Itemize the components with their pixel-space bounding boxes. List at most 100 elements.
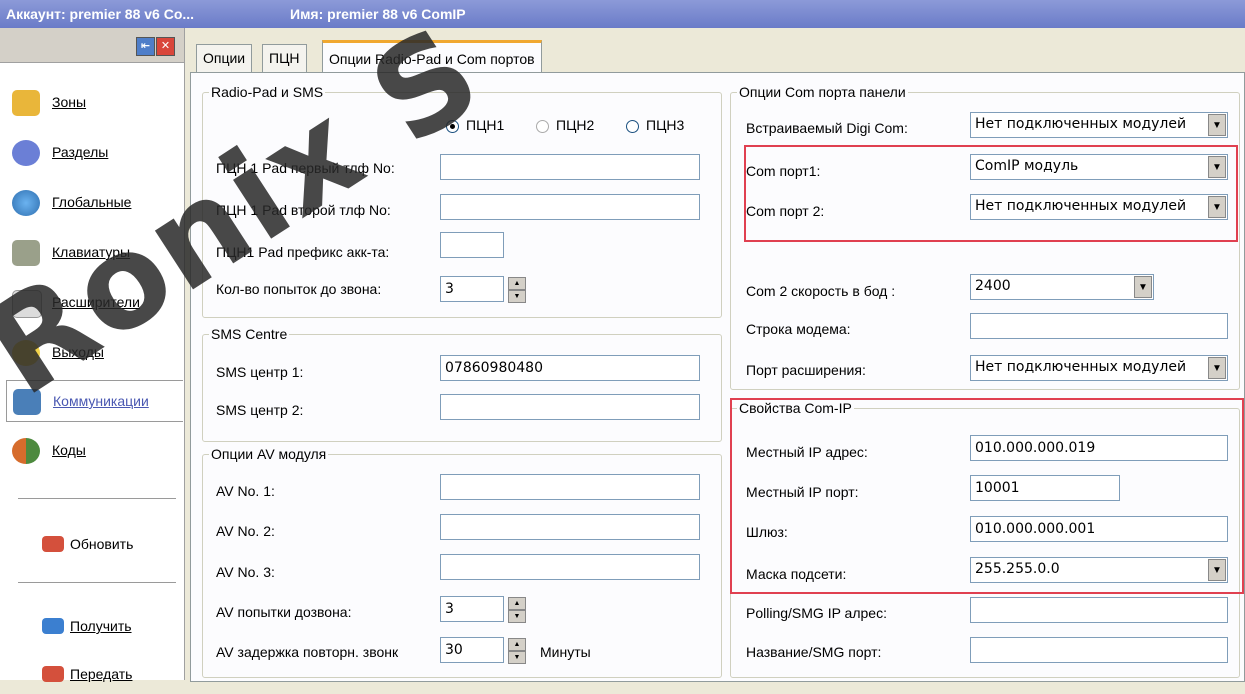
field-label: AV задержка повторн. звонк bbox=[216, 644, 399, 660]
radio-label: ПЦН3 bbox=[646, 117, 685, 133]
sms-centre1-input[interactable]: 07860980480 bbox=[440, 355, 700, 381]
field-label: Polling/SMG IP алрес: bbox=[746, 605, 887, 621]
field-label: Местный IP порт: bbox=[746, 484, 859, 500]
radio-label: ПЦН1 bbox=[466, 117, 505, 133]
select-value: Нет подключенных модулей bbox=[975, 116, 1187, 132]
receive-label: Получить bbox=[70, 618, 132, 634]
field-label: Название/SMG порт: bbox=[746, 644, 882, 660]
sidebar-item-label: Выходы bbox=[52, 344, 104, 360]
field-label: Маска подсети: bbox=[746, 566, 847, 582]
keypad-icon bbox=[12, 240, 40, 266]
sidebar-item-codes[interactable]: Коды bbox=[0, 430, 184, 470]
receive-icon bbox=[42, 618, 64, 634]
tab-pcn[interactable]: ПЦН bbox=[262, 44, 307, 72]
select-value: 255.255.0.0 bbox=[975, 561, 1060, 577]
sidebar-divider bbox=[18, 582, 176, 583]
av-delay-input[interactable]: 30 bbox=[440, 637, 504, 663]
expander-icon bbox=[12, 290, 42, 318]
field-label: SMS центр 2: bbox=[216, 402, 304, 418]
sidebar-item-label: Коды bbox=[52, 442, 86, 458]
sidebar-item-zones[interactable]: Зоны bbox=[0, 82, 184, 122]
receive-button[interactable]: Получить bbox=[0, 606, 184, 646]
select-value: 2400 bbox=[975, 278, 1011, 294]
field-label: ПЦН 1 Pad первый тлф No: bbox=[216, 160, 395, 176]
refresh-icon bbox=[42, 536, 64, 552]
sms-group: SMS Centre bbox=[202, 326, 722, 442]
field-label: Com 2 скорость в бод : bbox=[746, 283, 896, 299]
sidebar-item-label: Зоны bbox=[52, 94, 87, 110]
sidebar-item-keypads[interactable]: Клавиатуры bbox=[0, 232, 184, 272]
subnet-mask-select[interactable]: 255.255.0.0 ▼ bbox=[970, 557, 1228, 583]
polling-ip-input[interactable] bbox=[970, 597, 1228, 623]
sidebar-item-outputs[interactable]: Выходы bbox=[0, 332, 184, 372]
sidebar-item-label: Разделы bbox=[52, 144, 109, 160]
av3-input[interactable] bbox=[440, 554, 700, 580]
chevron-down-icon[interactable]: ▼ bbox=[1208, 357, 1226, 379]
gateway-input[interactable]: 010.000.000.001 bbox=[970, 516, 1228, 542]
field-label: Встраиваемый Digi Com: bbox=[746, 120, 908, 136]
sidebar-item-label: Расширители bbox=[52, 294, 140, 310]
pcn1-phone1-input[interactable] bbox=[440, 154, 700, 180]
sidebar-toolbar: ⇤ ✕ bbox=[0, 28, 184, 63]
attempts-input[interactable]: 3 bbox=[440, 276, 504, 302]
av2-input[interactable] bbox=[440, 514, 700, 540]
expansion-port-select[interactable]: Нет подключенных модулей ▼ bbox=[970, 355, 1228, 381]
av-attempts-input[interactable]: 3 bbox=[440, 596, 504, 622]
chevron-down-icon[interactable]: ▼ bbox=[1208, 559, 1226, 581]
field-label: AV попытки дозвона: bbox=[216, 604, 352, 620]
tab-options[interactable]: Опции bbox=[196, 44, 253, 72]
local-ip-input[interactable]: 010.000.000.019 bbox=[970, 435, 1228, 461]
sms-centre2-input[interactable] bbox=[440, 394, 700, 420]
group-legend: SMS Centre bbox=[209, 326, 290, 342]
radio-pcn1[interactable] bbox=[446, 120, 459, 133]
field-label: Местный IP адрес: bbox=[746, 444, 868, 460]
av1-input[interactable] bbox=[440, 474, 700, 500]
field-label: ПЦН1 Pad префикс акк-та: bbox=[216, 244, 390, 260]
sidebar-item-label: Глобальные bbox=[52, 194, 132, 210]
chevron-down-icon[interactable]: ▼ bbox=[1208, 114, 1226, 136]
sidebar: ⇤ ✕ Зоны Разделы Глобальные Клавиатуры Р… bbox=[0, 28, 185, 682]
highlight-box bbox=[744, 145, 1238, 242]
tab-radiopad-com[interactable]: Опции Radio-Pad и Com портов bbox=[322, 40, 542, 75]
group-legend: Radio-Pad и SMS bbox=[209, 84, 326, 100]
av-attempts-stepper[interactable]: ▲ ▼ bbox=[508, 597, 526, 623]
radio-label: ПЦН2 bbox=[556, 117, 595, 133]
sidebar-item-partitions[interactable]: Разделы bbox=[0, 132, 184, 172]
group-legend: Опции AV модуля bbox=[209, 446, 329, 462]
baud-rate-select[interactable]: 2400 ▼ bbox=[970, 274, 1154, 300]
smg-port-input[interactable] bbox=[970, 637, 1228, 663]
digi-com-select[interactable]: Нет подключенных модулей ▼ bbox=[970, 112, 1228, 138]
field-label: Строка модема: bbox=[746, 321, 851, 337]
partitions-icon bbox=[12, 140, 40, 166]
field-label: AV No. 3: bbox=[216, 564, 275, 580]
account-title: Аккаунт: premier 88 v6 Co... bbox=[6, 6, 195, 22]
sidebar-divider bbox=[18, 498, 176, 499]
field-label: Шлюз: bbox=[746, 524, 788, 540]
modem-string-input[interactable] bbox=[970, 313, 1228, 339]
bulb-icon bbox=[12, 340, 40, 366]
title-bar: Аккаунт: premier 88 v6 Co... Имя: premie… bbox=[0, 0, 1245, 28]
local-port-input[interactable]: 10001 bbox=[970, 475, 1120, 501]
sidebar-item-global[interactable]: Глобальные bbox=[0, 182, 184, 222]
close-icon[interactable]: ✕ bbox=[156, 37, 175, 56]
users-icon bbox=[12, 438, 40, 464]
field-label: Порт расширения: bbox=[746, 362, 866, 378]
field-label: AV No. 2: bbox=[216, 523, 275, 539]
pcn1-phone2-input[interactable] bbox=[440, 194, 700, 220]
chevron-down-icon[interactable]: ▼ bbox=[1134, 276, 1152, 298]
field-label: AV No. 1: bbox=[216, 483, 275, 499]
collapse-icon[interactable]: ⇤ bbox=[136, 37, 155, 56]
radio-pcn2[interactable] bbox=[536, 120, 549, 133]
field-label: SMS центр 1: bbox=[216, 364, 304, 380]
refresh-button[interactable]: Обновить bbox=[0, 524, 184, 564]
field-label: Кол-во попыток до звона: bbox=[216, 281, 382, 297]
sidebar-item-communications[interactable]: Коммуникации bbox=[6, 380, 183, 422]
attempts-stepper[interactable]: ▲ ▼ bbox=[508, 277, 526, 303]
sidebar-item-expanders[interactable]: Расширители bbox=[0, 282, 184, 322]
pcn1-prefix-input[interactable] bbox=[440, 232, 504, 258]
group-legend: Опции Com порта панели bbox=[737, 84, 908, 100]
radio-pcn3[interactable] bbox=[626, 120, 639, 133]
send-button[interactable]: Передать bbox=[0, 654, 184, 694]
lock-icon bbox=[12, 90, 40, 116]
av-delay-stepper[interactable]: ▲ ▼ bbox=[508, 638, 526, 664]
